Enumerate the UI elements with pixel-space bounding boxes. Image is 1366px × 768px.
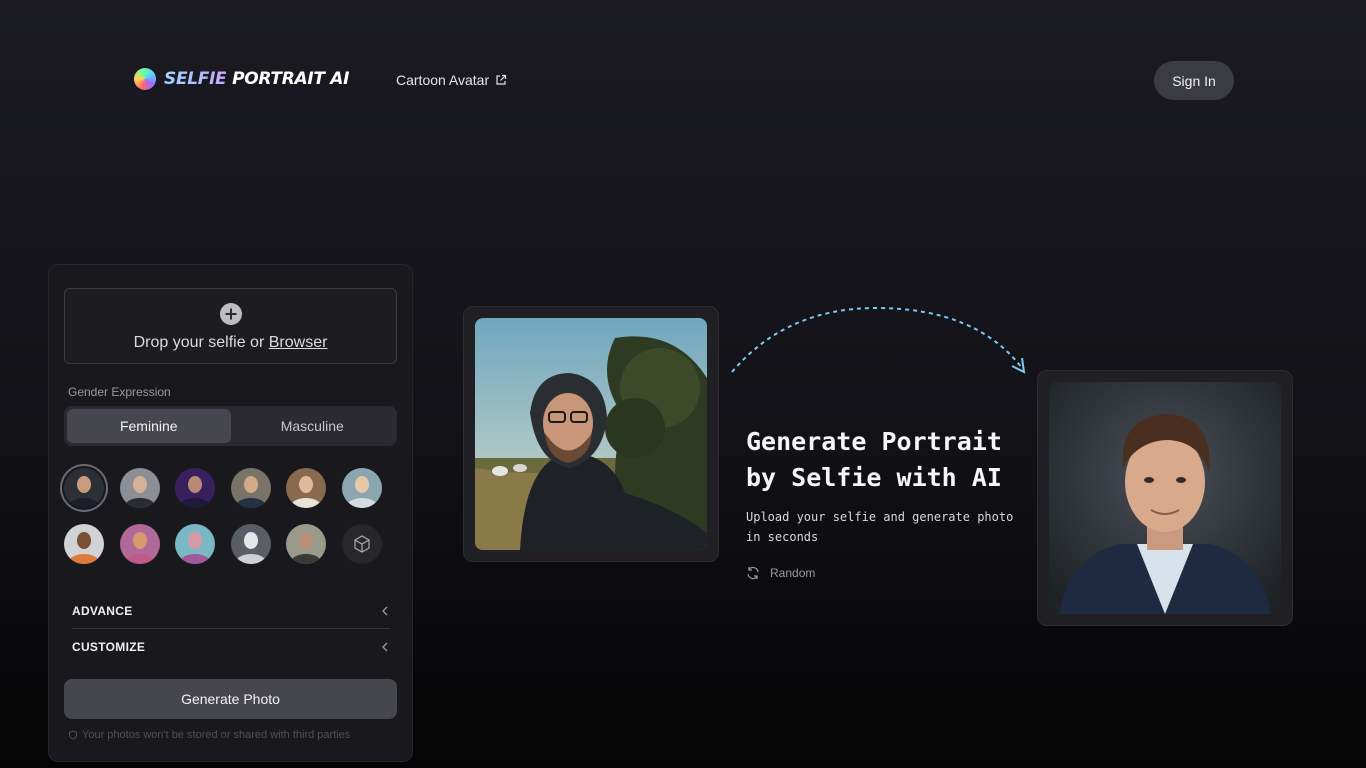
privacy-note: Your photos won't be stored or shared wi… (68, 729, 350, 741)
style-option[interactable] (175, 468, 216, 508)
style-option[interactable] (119, 468, 160, 508)
logo-icon (134, 68, 156, 90)
style-option-custom[interactable] (341, 524, 382, 564)
style-option[interactable] (64, 468, 104, 508)
plus-icon (219, 303, 242, 325)
logo-text: SELFIE PORTRAIT AI (164, 69, 349, 89)
hero-subtitle: Upload your selfie and generate photo in… (746, 510, 1014, 544)
portrait-result-frame (1037, 370, 1293, 626)
hero-title: Generate Portrait by Selfie with AI (746, 424, 1036, 496)
selfie-dropzone[interactable]: Drop your selfie or Browser (64, 288, 397, 364)
customize-label: CUSTOMIZE (72, 639, 146, 654)
logo-word-portrait-ai: PORTRAIT AI (232, 69, 350, 89)
browse-link[interactable]: Browser (269, 334, 328, 351)
portrait-result-image (1049, 382, 1281, 614)
privacy-text: Your photos won't be stored or shared wi… (82, 729, 351, 741)
style-option[interactable] (286, 468, 327, 508)
style-option[interactable] (286, 524, 327, 564)
external-link-icon (496, 74, 507, 85)
style-option[interactable] (175, 524, 216, 564)
gender-option-masculine[interactable]: Masculine (231, 409, 395, 443)
dropzone-prompt: Drop your selfie or (133, 334, 265, 351)
generate-photo-button[interactable]: Generate Photo (64, 679, 397, 719)
random-label: Random (770, 566, 816, 580)
random-button[interactable]: Random (746, 566, 815, 580)
hero-title-line-2: by Selfie with AI (746, 463, 1002, 492)
dashed-arrow-icon (731, 306, 1026, 374)
selfie-preview-frame (463, 306, 719, 562)
style-grid (64, 468, 397, 564)
advance-label: ADVANCE (72, 604, 133, 618)
gender-label: Gender Expression (68, 385, 171, 399)
style-option[interactable] (119, 524, 160, 564)
style-option[interactable] (341, 468, 382, 508)
nav-link-label: Cartoon Avatar (396, 72, 490, 88)
cube-icon (354, 535, 370, 553)
advance-accordion[interactable]: ADVANCE (72, 594, 390, 629)
refresh-icon (747, 566, 759, 580)
hero-title-line-1: Generate Portrait (746, 427, 1002, 456)
sign-in-button[interactable]: Sign In (1154, 61, 1234, 100)
nav-link-cartoon-avatar[interactable]: Cartoon Avatar (396, 72, 507, 88)
logo[interactable]: SELFIE PORTRAIT AI (134, 68, 349, 90)
style-option[interactable] (230, 524, 271, 564)
style-option[interactable] (64, 524, 104, 564)
shield-icon (69, 730, 77, 740)
logo-word-selfie: SELFIE (164, 69, 227, 89)
chevron-left-icon (382, 642, 388, 651)
generator-panel: Drop your selfie or Browser Gender Expre… (48, 264, 413, 762)
customize-accordion[interactable]: CUSTOMIZE (72, 629, 390, 664)
gender-option-feminine[interactable]: Feminine (67, 409, 231, 443)
style-option[interactable] (230, 468, 271, 508)
gender-toggle: Feminine Masculine (64, 406, 397, 446)
chevron-left-icon (382, 606, 388, 616)
dropzone-text: Drop your selfie or Browser (65, 334, 396, 352)
selfie-preview-image (475, 318, 707, 550)
